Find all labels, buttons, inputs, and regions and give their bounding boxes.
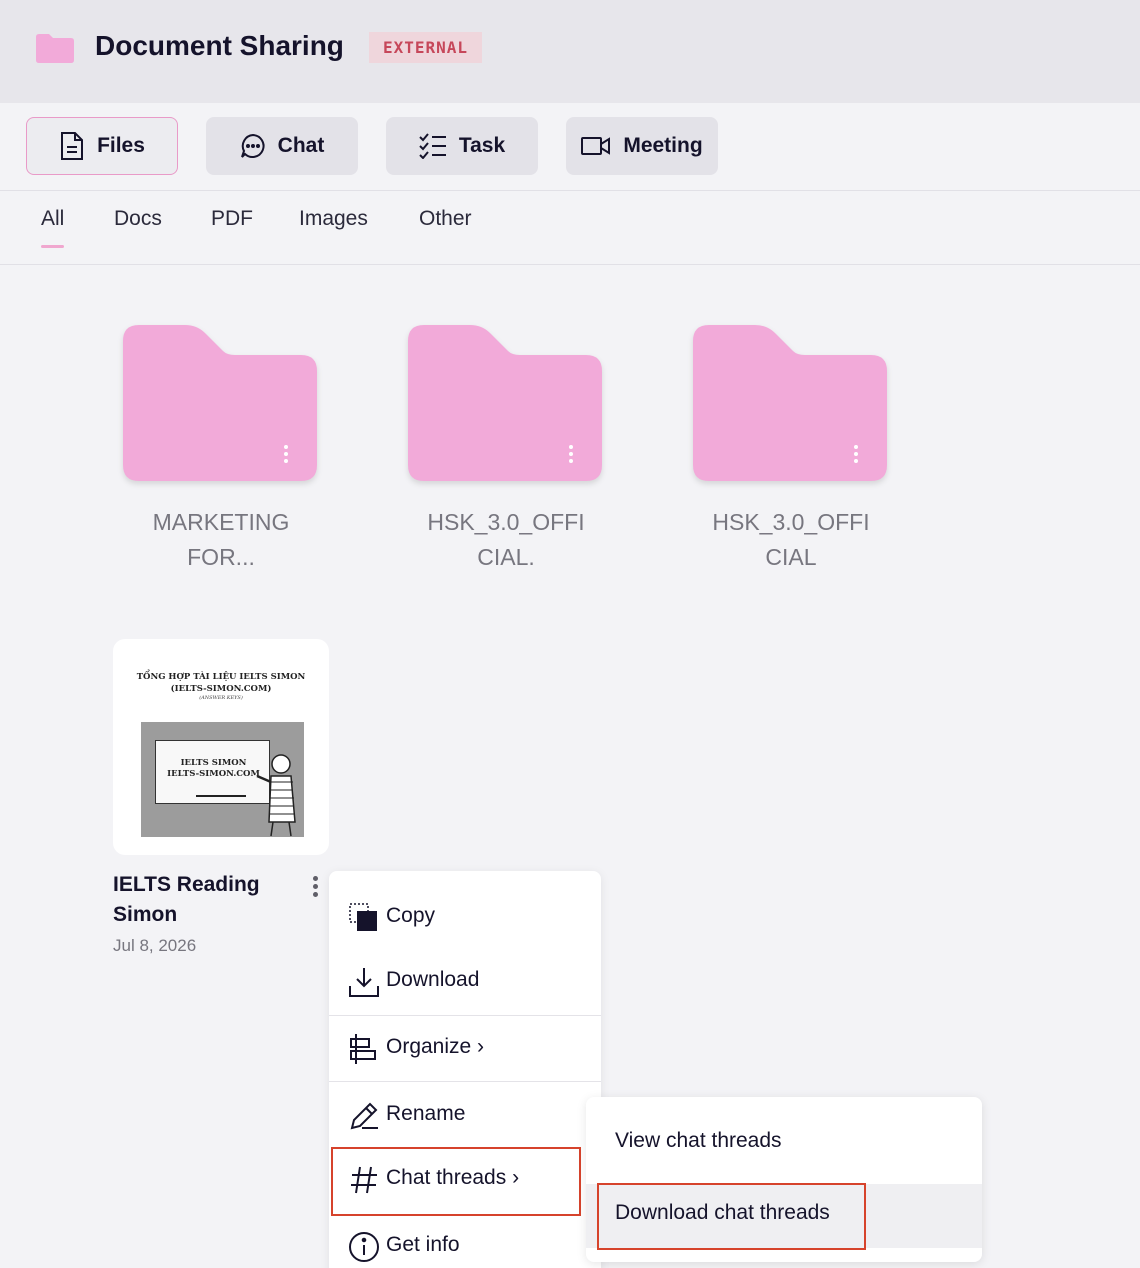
files-label: Files: [97, 134, 145, 157]
download-icon: [349, 968, 379, 997]
app-header: Document Sharing EXTERNAL: [0, 0, 1140, 103]
checklist-icon: [419, 133, 446, 159]
tab-docs[interactable]: Docs: [114, 207, 162, 231]
organize-icon: [350, 1034, 376, 1064]
file-thumbnail[interactable]: TỔNG HỢP TÀI LIỆU IELTS SIMON (IELTS-SIMO…: [113, 639, 329, 855]
menu-item-label: Rename: [386, 1102, 466, 1125]
menu-item-get-info[interactable]: Get info: [329, 1217, 601, 1268]
submenu-view-chat-threads[interactable]: View chat threads: [586, 1129, 982, 1153]
menu-item-rename[interactable]: Rename: [329, 1086, 601, 1142]
menu-item-download[interactable]: Download: [329, 952, 601, 1008]
file-title: IELTS Reading Simon: [113, 873, 260, 926]
menu-item-label: Copy: [386, 904, 436, 927]
thumbnail-subheading: (ANSWER KEYS): [199, 695, 243, 701]
folder-name: MARKETING FOR...: [152, 509, 290, 570]
folder-icon: [36, 34, 74, 63]
copy-icon: [349, 903, 377, 931]
menu-item-label: Organize ›: [386, 1035, 485, 1058]
teacher-illustration: [256, 754, 296, 837]
task-label: Task: [458, 134, 506, 157]
document-icon: [61, 132, 84, 160]
chat-bubble-icon: [240, 133, 265, 158]
tab-images[interactable]: Images: [299, 207, 368, 231]
chat-button[interactable]: Chat: [206, 117, 358, 175]
menu-item-copy[interactable]: Copy: [329, 888, 601, 944]
thumbnail-heading: TỔNG HỢP TÀI LIỆU IELTS SIMON (IELTS-SIMO…: [136, 672, 306, 694]
more-options-icon[interactable]: [283, 445, 289, 463]
menu-item-label: Get info: [386, 1233, 460, 1256]
highlight-chat-threads: [331, 1147, 581, 1216]
menu-item-label: Download: [386, 968, 480, 991]
external-badge: EXTERNAL: [369, 32, 483, 63]
video-camera-icon: [581, 137, 611, 155]
meeting-label: Meeting: [623, 134, 703, 157]
file-date: Jul 8, 2026: [113, 936, 197, 955]
folder-name: HSK_3.0_OFFI CIAL.: [427, 509, 585, 570]
chat-label: Chat: [277, 134, 325, 157]
more-options-icon[interactable]: [568, 445, 574, 463]
info-icon: [349, 1232, 379, 1262]
file-more-options-icon[interactable]: [310, 876, 320, 902]
filter-tabs: All Docs PDF Images Other: [0, 191, 1140, 265]
files-button[interactable]: Files: [26, 117, 178, 175]
menu-item-organize[interactable]: Organize ›: [329, 1019, 601, 1075]
tab-all[interactable]: All: [41, 207, 65, 248]
folder-name: HSK_3.0_OFFI CIAL: [712, 509, 870, 570]
tab-pdf[interactable]: PDF: [211, 207, 253, 231]
highlight-download-chat-threads: [597, 1183, 866, 1250]
meeting-button[interactable]: Meeting: [566, 117, 718, 175]
task-button[interactable]: Task: [386, 117, 538, 175]
folder-card[interactable]: [123, 325, 317, 483]
thumbnail-illustration: IELTS SIMON IELTS-SIMON.COM: [141, 722, 304, 837]
menu-divider: [329, 1015, 601, 1016]
page-title: Document Sharing: [95, 30, 344, 61]
pencil-icon: [350, 1102, 378, 1130]
toolbar: Files Chat Task Meeting: [0, 103, 1140, 191]
more-options-icon[interactable]: [853, 445, 859, 463]
tab-other[interactable]: Other: [419, 207, 472, 231]
menu-divider: [329, 1081, 601, 1082]
folder-card[interactable]: [408, 325, 602, 483]
folder-card[interactable]: [693, 325, 887, 483]
